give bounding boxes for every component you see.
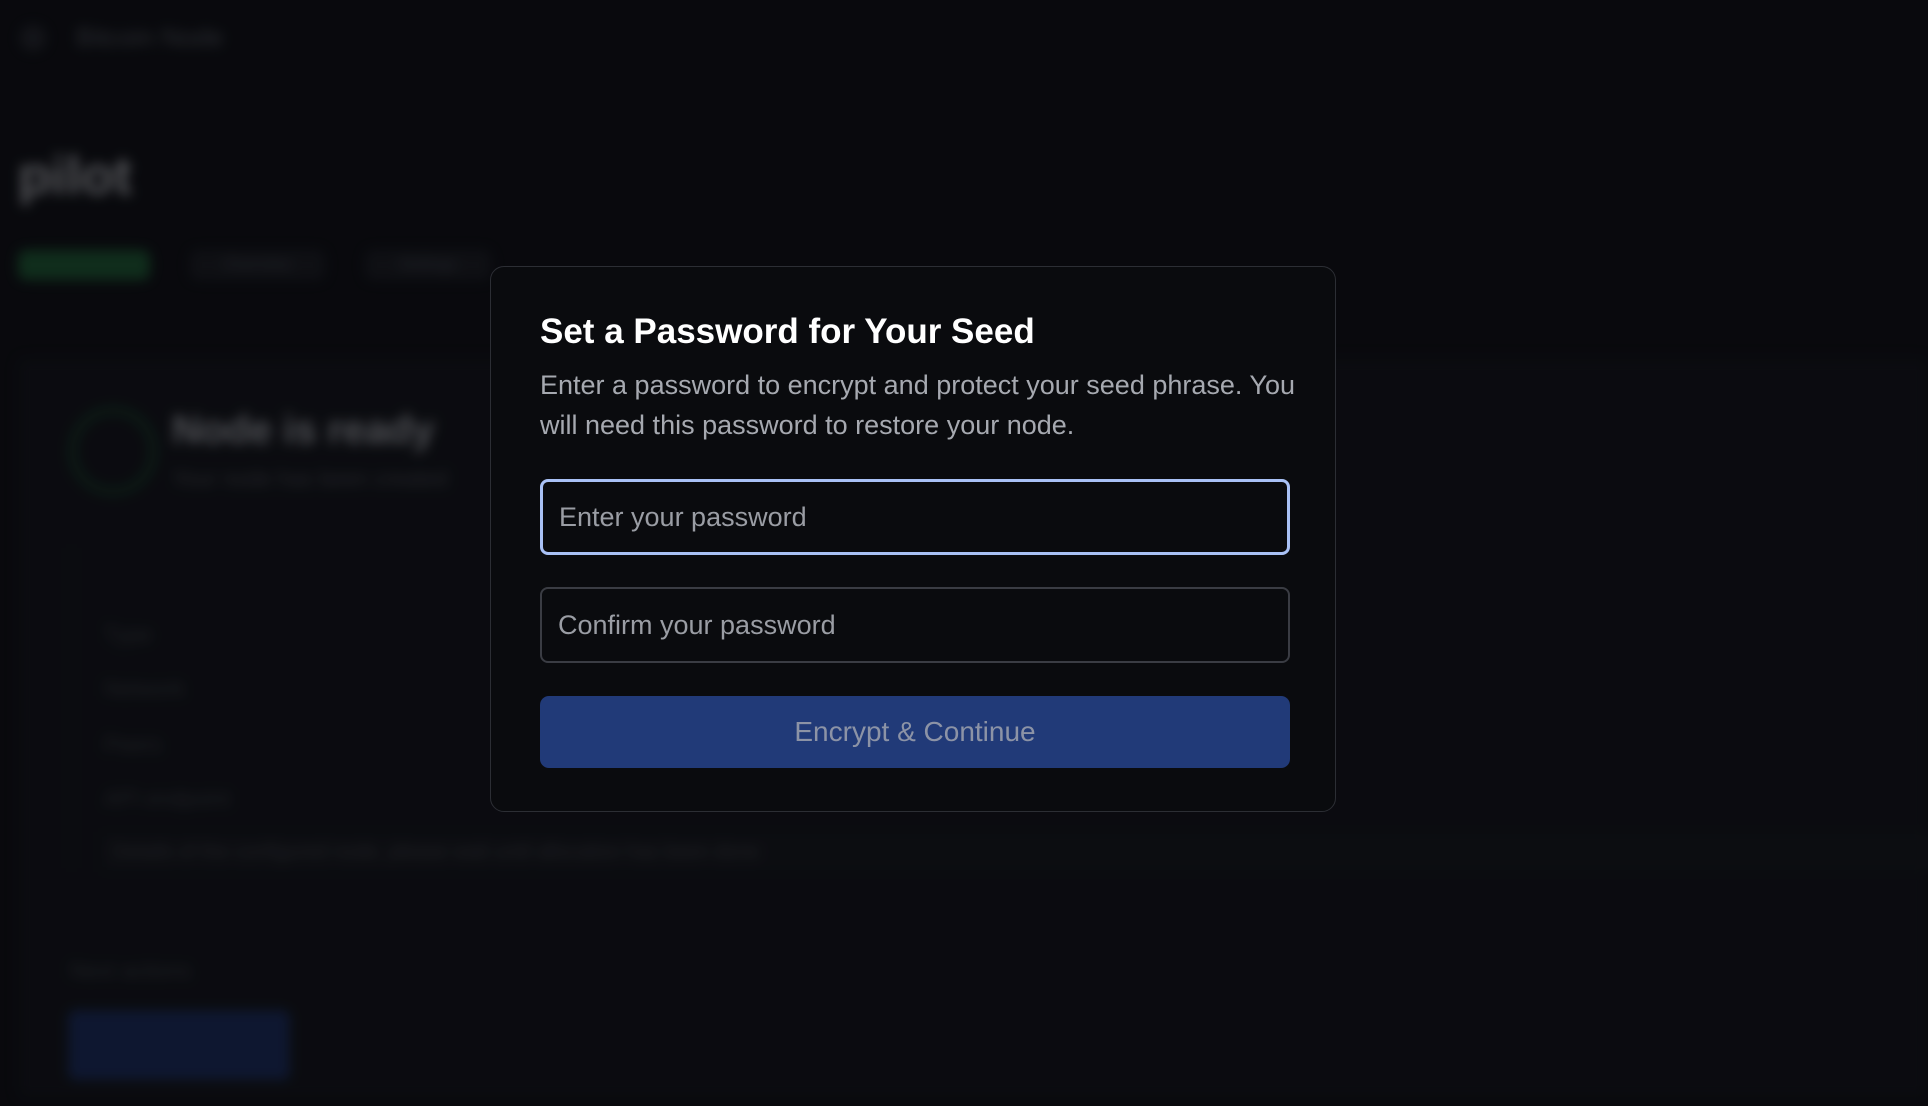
modal-title: Set a Password for Your Seed <box>540 312 1035 351</box>
modal-description: Enter a password to encrypt and protect … <box>540 370 1295 440</box>
password-modal: Set a Password for Your Seed Enter a pas… <box>490 266 1336 812</box>
password-input[interactable] <box>540 479 1290 555</box>
page: Bitcoin Node pilot running Overview Sett… <box>0 0 1928 1106</box>
confirm-password-input[interactable] <box>540 587 1290 663</box>
encrypt-continue-button[interactable]: Encrypt & Continue <box>540 696 1290 768</box>
